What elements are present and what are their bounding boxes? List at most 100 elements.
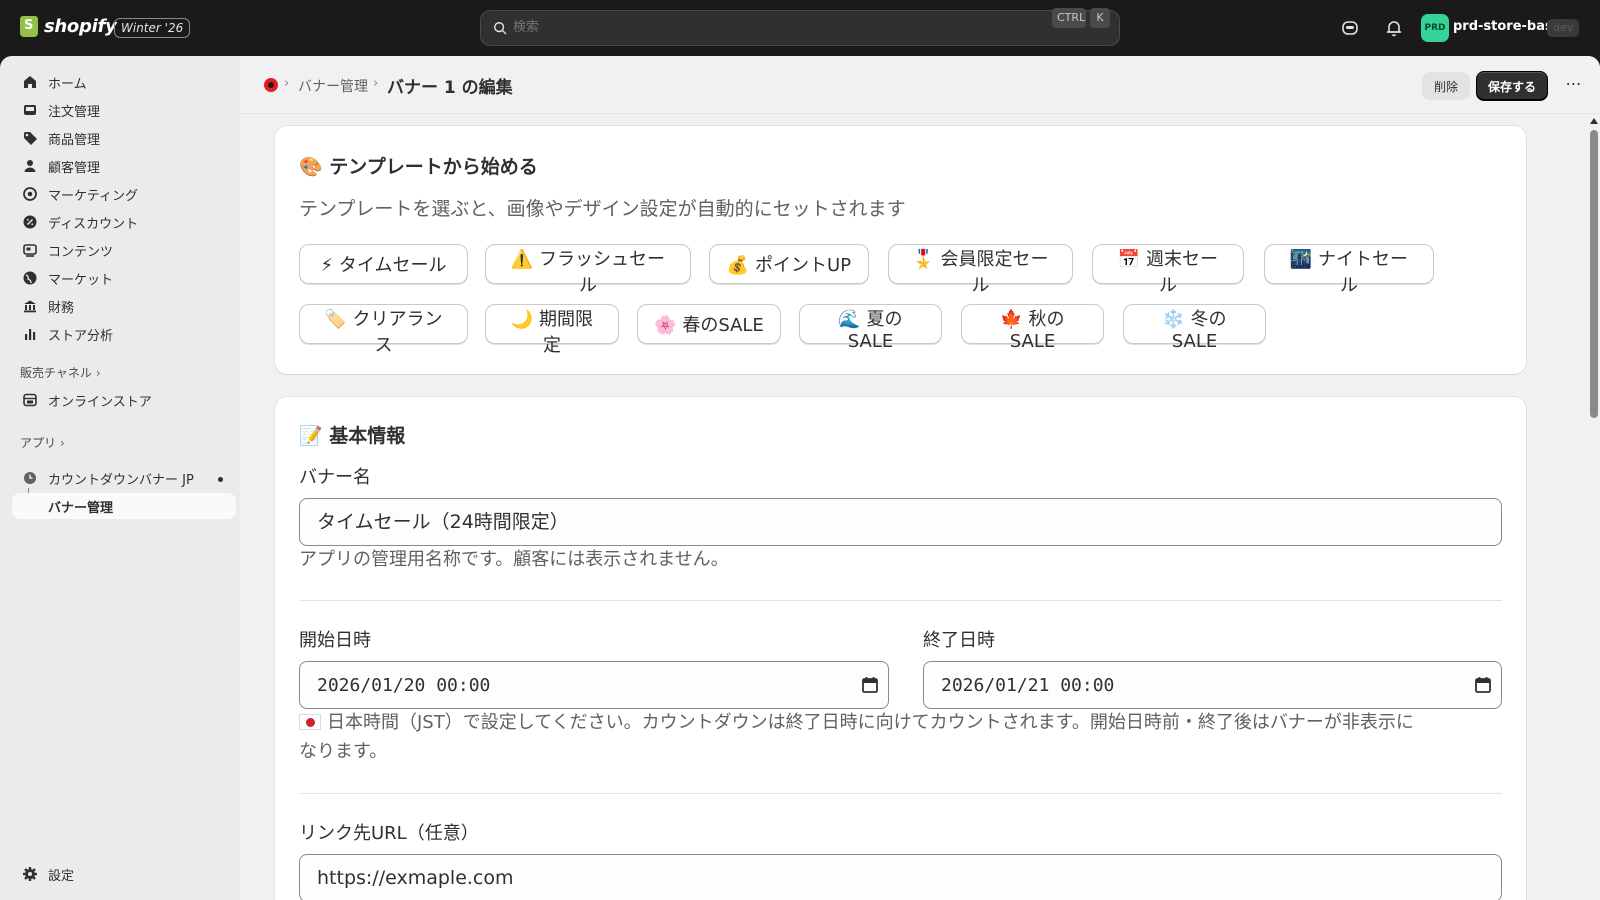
sidebar-item-discounts[interactable]: ディスカウント [12, 209, 236, 235]
sidebar-item-analytics[interactable]: ストア分析 [12, 321, 236, 347]
sidebar-item-home[interactable]: ホーム [12, 69, 236, 95]
sidebar-item-label: ディスカウント [48, 216, 139, 232]
datetime-help-line1: 日本時間（JST）で設定してください。カウントダウンは終了日時に向けてカウントさ… [327, 712, 1414, 733]
clock-icon [24, 472, 36, 484]
sidebar-item-finance[interactable]: 財務 [12, 293, 236, 319]
sidebar-item-online-store[interactable]: オンラインストア [12, 387, 236, 413]
sidebar-item-content[interactable]: コンテンツ [12, 237, 236, 263]
main-content: › バナー管理 › バナー 1 の編集 削除 保存する ⋯ 🎨 テンプレートから… [240, 56, 1600, 900]
scroll-up-arrow-icon[interactable] [1590, 118, 1598, 124]
sidebar-item-settings[interactable]: 設定 [12, 861, 236, 887]
template-winter-sale-button[interactable]: ❄️ 冬のSALE [1123, 304, 1266, 352]
sidebar-item-label: 財務 [48, 300, 75, 316]
end-datetime-input[interactable]: 2026/01/21 00:00 [923, 661, 1502, 709]
bank-icon [24, 300, 36, 313]
basic-info-card: 📝 基本情報 バナー名 タイムセール（24時間限定） アプリの管理用名称です。顧… [275, 397, 1526, 900]
edition-badge: Winter '26 [114, 18, 191, 38]
discount-icon [23, 215, 37, 229]
gear-icon [23, 867, 37, 881]
template-spring-sale-button[interactable]: 🌸 春のSALE [637, 304, 781, 344]
sidebar-item-label: カウントダウンバナー JP [48, 472, 194, 488]
banner-name-label: バナー名 [299, 467, 371, 488]
scrollbar[interactable] [1586, 116, 1600, 900]
sidebar-item-label: マーケット [48, 272, 114, 288]
template-summer-sale-button[interactable]: 🌊 夏のSALE [799, 304, 942, 352]
calendar-icon[interactable] [1474, 676, 1492, 694]
sidebar-item-label: バナー管理 [48, 500, 114, 516]
calendar-icon[interactable] [861, 676, 879, 694]
divider [299, 793, 1502, 794]
breadcrumb-separator: › [284, 76, 290, 91]
sidebar-item-label: 注文管理 [48, 104, 101, 120]
sidebar-item-label: ホーム [48, 76, 87, 92]
start-datetime-value: 2026/01/20 00:00 [317, 675, 491, 696]
apps-label: アプリ [20, 436, 57, 450]
breadcrumb-separator: › [373, 76, 379, 91]
search-bar[interactable] [480, 10, 1120, 46]
sales-channels-section[interactable]: 販売チャネル › [20, 364, 101, 381]
sidebar-item-customers[interactable]: 顧客管理 [12, 153, 236, 179]
target-icon [23, 187, 37, 201]
delete-button[interactable]: 削除 [1422, 72, 1470, 100]
shopify-logo[interactable]: shopify [20, 16, 117, 37]
page-header: › バナー管理 › バナー 1 の編集 削除 保存する ⋯ [240, 56, 1600, 114]
sidebar-item-label: マーケティング [48, 188, 138, 204]
shopify-bag-icon [20, 16, 38, 37]
start-datetime-input[interactable]: 2026/01/20 00:00 [299, 661, 889, 709]
banner-name-help: アプリの管理用名称です。顧客には表示されません。 [299, 549, 729, 570]
templates-card: 🎨 テンプレートから始める テンプレートを選ぶと、画像やデザイン設定が自動的にセ… [275, 126, 1526, 374]
sidebar-item-label: コンテンツ [48, 244, 114, 260]
basic-info-title: 📝 基本情報 [299, 425, 406, 447]
sidebar-item-label: 顧客管理 [48, 160, 101, 176]
template-member-sale-button[interactable]: 🎖️ 会員限定セール [888, 244, 1073, 296]
sidebar-item-products[interactable]: 商品管理 [12, 125, 236, 151]
templates-title: 🎨 テンプレートから始める [299, 156, 538, 178]
tag-icon [24, 132, 37, 145]
template-night-sale-button[interactable]: 🌃 ナイトセール [1264, 244, 1434, 296]
breadcrumb-banner-management[interactable]: バナー管理 [298, 76, 368, 96]
page-title: バナー 1 の編集 [387, 78, 513, 98]
sidebar-item-label: オンラインストア [48, 394, 152, 410]
brand-name: shopify [44, 16, 117, 37]
sidebar-item-label: ストア分析 [48, 328, 114, 344]
search-input[interactable] [513, 11, 993, 45]
shortcut-k-key: K [1090, 8, 1110, 28]
chevron-right-icon: › [95, 366, 101, 380]
sidebar-item-banner-management[interactable]: バナー管理 [12, 493, 236, 519]
template-autumn-sale-button[interactable]: 🍁 秋のSALE [961, 304, 1104, 352]
sidebar-item-orders[interactable]: 注文管理 [12, 97, 236, 123]
scrollbar-thumb[interactable] [1590, 130, 1598, 418]
link-url-input[interactable]: https://exmaple.com [299, 854, 1502, 900]
globe-icon [23, 271, 37, 285]
template-point-up-button[interactable]: 💰 ポイントUP [709, 244, 869, 284]
datetime-help-line2: なります。 [299, 741, 388, 762]
sidebar-item-markets[interactable]: マーケット [12, 265, 236, 291]
template-clearance-button[interactable]: 🏷️ クリアランス [299, 304, 468, 356]
start-datetime-label: 開始日時 [299, 630, 371, 651]
banner-name-input[interactable]: タイムセール（24時間限定） [299, 498, 1502, 546]
sidebar-item-countdown-app[interactable]: カウントダウンバナー JP [12, 465, 236, 491]
sidekick-icon[interactable] [1340, 18, 1360, 38]
sidebar-item-marketing[interactable]: マーケティング [12, 181, 236, 207]
sidebar-item-label: 商品管理 [48, 132, 101, 148]
sales-channels-label: 販売チャネル [20, 366, 92, 380]
search-icon [494, 22, 507, 35]
unread-dot [218, 477, 223, 482]
save-button[interactable]: 保存する [1476, 71, 1548, 101]
app-logo-icon[interactable] [264, 78, 278, 92]
template-flash-sale-button[interactable]: ⚠️ フラッシュセール [485, 244, 691, 296]
more-actions-icon[interactable]: ⋯ [1562, 74, 1586, 98]
template-time-sale-button[interactable]: ⚡ タイムセール [299, 244, 468, 284]
person-icon [24, 160, 36, 172]
end-datetime-label: 終了日時 [923, 630, 995, 651]
store-avatar[interactable]: PRD [1421, 14, 1449, 42]
template-limited-time-button[interactable]: 🌙 期間限定 [485, 304, 619, 356]
japan-flag-icon [299, 714, 321, 730]
env-badge: dev [1547, 19, 1580, 37]
template-weekend-sale-button[interactable]: 📅 週末セール [1092, 244, 1244, 296]
online-store-icon [23, 393, 37, 407]
notification-bell-icon[interactable] [1384, 18, 1404, 38]
templates-subtitle: テンプレートを選ぶと、画像やデザイン設定が自動的にセットされます [299, 198, 906, 220]
apps-section[interactable]: アプリ › [20, 434, 65, 451]
content-icon [23, 244, 37, 257]
